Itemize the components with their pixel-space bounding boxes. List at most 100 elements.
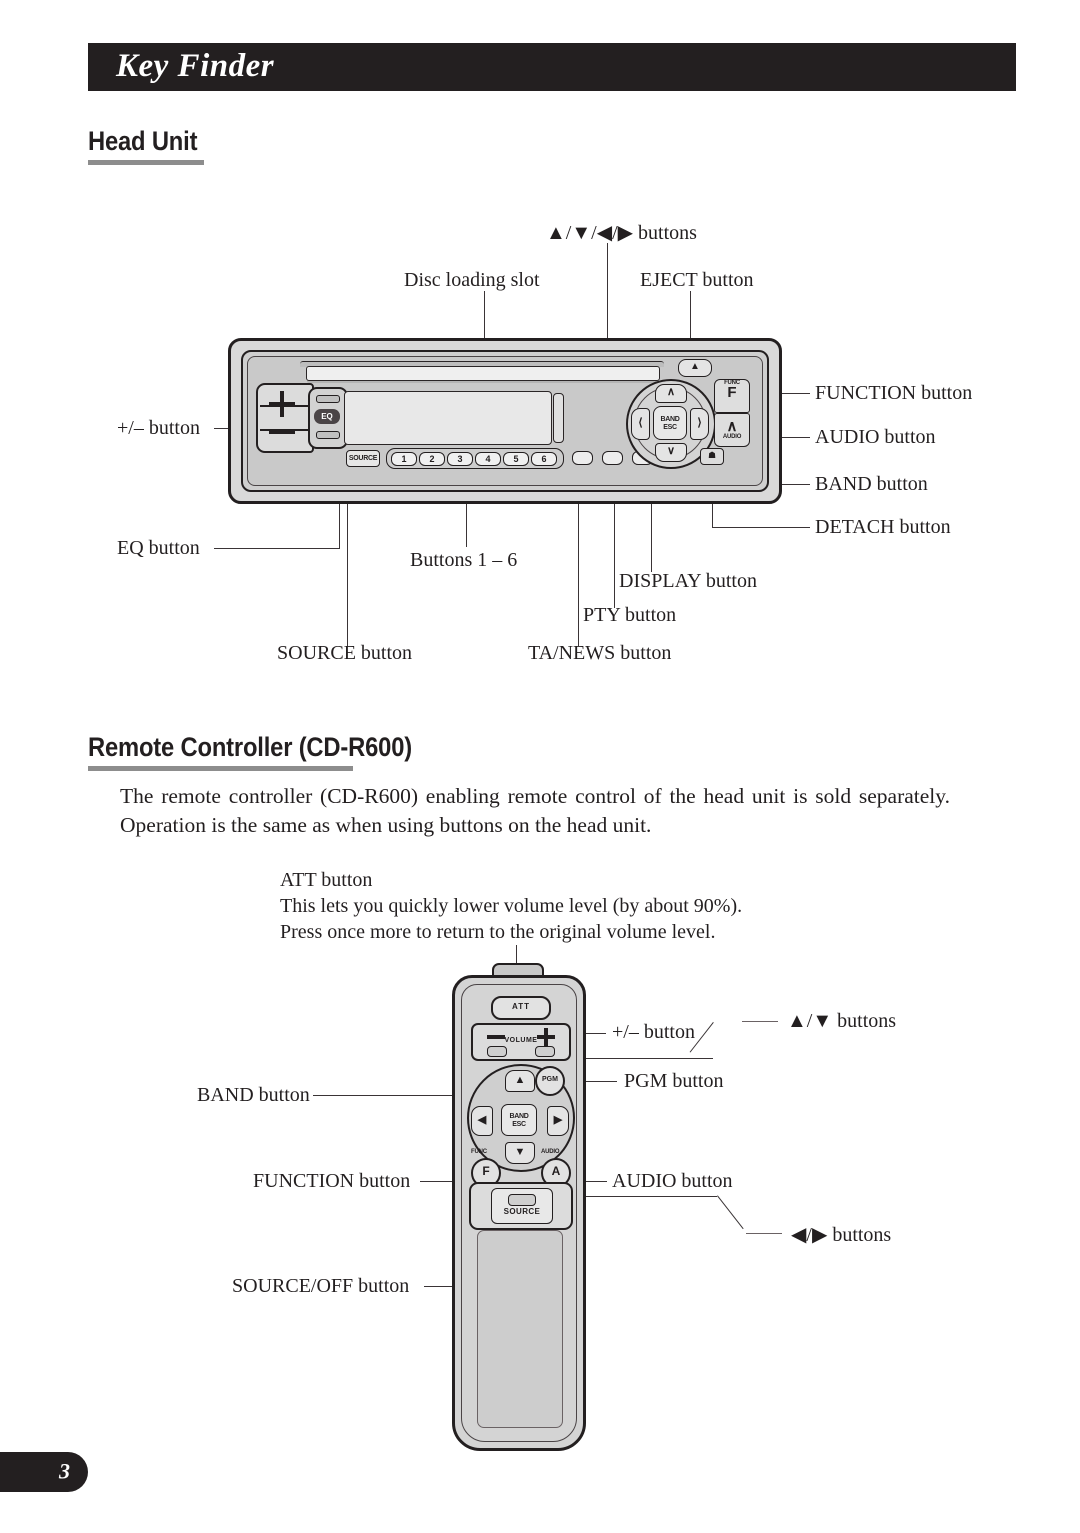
preset-button-5[interactable]: 5 (503, 452, 529, 466)
source-button[interactable]: SOURCE (346, 450, 380, 467)
label-function-button: FUNCTION button (815, 382, 973, 404)
volume-down-icon (269, 430, 295, 434)
dpad-down-button[interactable]: ∨ (655, 443, 687, 462)
page-number: 3 (59, 1458, 70, 1484)
preset-button-1[interactable]: 1 (391, 452, 417, 466)
label-remote-audio: AUDIO button (612, 1170, 733, 1192)
section-heading-remote: Remote Controller (CD-R600) (88, 732, 412, 762)
audio-button-glyph: ∧ (726, 418, 738, 435)
eq-button[interactable]: EQ (308, 387, 348, 449)
remote-up-button[interactable]: ▲ (505, 1070, 535, 1092)
volume-up-icon (269, 391, 295, 417)
att-note-line2: Press once more to return to the origina… (280, 921, 716, 943)
head-unit-bezel: ▲ EQ ▲≡▼ SOURCE 1 2 (241, 350, 769, 492)
head-unit-faceplate: ▲ EQ ▲≡▼ SOURCE 1 2 (247, 356, 763, 486)
remote-audio-caption: AUDIO (541, 1149, 560, 1155)
leader-buttons-1-6 (466, 500, 468, 547)
lcd-side-key[interactable] (553, 393, 564, 443)
label-buttons-1-6: Buttons 1 – 6 (410, 549, 518, 571)
label-remote-left-right: ◀/▶ buttons (791, 1224, 892, 1246)
leader-eq-h (214, 548, 340, 550)
att-note-line1: This lets you quickly lower volume level… (280, 895, 743, 917)
source-button-label: SOURCE (503, 1207, 541, 1216)
remote-lower-panel (477, 1230, 563, 1428)
source-button-chip (508, 1194, 536, 1206)
leader-detach-h (712, 527, 810, 529)
section-rule-remote (88, 766, 353, 771)
section-rule-head-unit (88, 160, 204, 165)
remote-func-caption: FUNC (471, 1149, 487, 1155)
eq-button-label: EQ (314, 409, 340, 424)
page-header-bar: Key Finder (88, 43, 1016, 91)
label-ta-news-button: TA/NEWS button (528, 642, 672, 664)
label-remote-pgm: PGM button (624, 1070, 724, 1092)
att-button[interactable]: ATT (491, 996, 551, 1020)
dpad-left-button[interactable]: ⟨ (631, 408, 650, 440)
preset-button-group: 1 2 3 4 5 6 (386, 448, 564, 469)
audio-button[interactable]: ∧ AUDIO (714, 413, 750, 447)
leader-display (651, 500, 653, 572)
remote-right-button[interactable]: ▶ (547, 1106, 569, 1136)
label-eject-button: EJECT button (640, 269, 754, 291)
label-remote-plus-minus: +/– button (612, 1021, 695, 1043)
remote-band-line2: ESC (512, 1121, 526, 1128)
label-remote-function: FUNCTION button (253, 1170, 411, 1192)
dpad-right-button[interactable]: ⟩ (690, 408, 709, 440)
section-heading-head-unit: Head Unit (88, 126, 198, 156)
preset-button-3[interactable]: 3 (447, 452, 473, 466)
label-detach-button: DETACH button (815, 516, 951, 538)
volume-rocker-remote[interactable]: VOLUME (471, 1023, 571, 1061)
source-button-housing: SOURCE (469, 1182, 573, 1230)
eject-button[interactable]: ▲ (678, 359, 712, 377)
label-display-button: DISPLAY button (619, 570, 757, 592)
detach-button[interactable]: ☗ (700, 448, 724, 465)
preset-button-6[interactable]: 6 (531, 452, 557, 466)
dpad-up-button[interactable]: ∧ (655, 384, 687, 403)
remote-intro-paragraph: The remote controller (CD-R600) enabling… (120, 784, 950, 837)
leader-source (347, 500, 349, 646)
att-note-title: ATT button (280, 869, 373, 891)
label-source-button: SOURCE button (277, 642, 413, 664)
label-plus-minus-button: +/– button (117, 417, 200, 439)
function-button[interactable]: FUNC F (714, 379, 750, 413)
remote-left-button[interactable]: ◀ (471, 1106, 493, 1136)
lcd-display (344, 391, 552, 445)
preset-button-2[interactable]: 2 (419, 452, 445, 466)
label-remote-band: BAND button (197, 1084, 310, 1106)
remote-band-line1: BAND (509, 1113, 529, 1120)
function-button-glyph: F (727, 384, 737, 401)
remote-illustration: ATT VOLUME PGM ▲ ▼ ◀ ▶ BAND ESC FUNC F A… (452, 975, 586, 1451)
leader-leftright-h2 (746, 1233, 782, 1235)
head-unit-illustration: ▲ EQ ▲≡▼ SOURCE 1 2 (228, 338, 782, 504)
manual-page: Key Finder Head Unit ▲/▼/◀/▶ buttons Dis… (0, 0, 1080, 1533)
ta-news-button[interactable] (572, 451, 593, 465)
leader-pty (614, 500, 616, 608)
band-esc-line2: ESC (663, 424, 677, 431)
preset-button-4[interactable]: 4 (475, 452, 501, 466)
eq-ridge-top (316, 395, 340, 403)
label-disc-loading-slot: Disc loading slot (404, 269, 540, 291)
remote-band-esc-button[interactable]: BAND ESC (501, 1104, 537, 1136)
leader-ta-news (578, 500, 580, 646)
pty-button[interactable] (602, 451, 623, 465)
page-number-tab: 3 (0, 1452, 88, 1492)
volume-rocker[interactable] (256, 383, 314, 453)
remote-down-button[interactable]: ▼ (505, 1142, 535, 1164)
label-pty-button: PTY button (583, 604, 677, 626)
volume-plus-pad (535, 1046, 555, 1057)
page-title: Key Finder (116, 47, 275, 84)
pgm-button[interactable]: PGM (535, 1066, 565, 1096)
band-esc-button[interactable]: BAND ESC (653, 406, 687, 440)
volume-label: VOLUME (504, 1037, 538, 1044)
leader-leftright-diag (717, 1195, 744, 1230)
label-remote-up-down: ▲/▼ buttons (787, 1010, 897, 1032)
band-esc-line1: BAND (660, 416, 680, 423)
label-remote-source-off: SOURCE/OFF button (232, 1275, 410, 1297)
disc-loading-slot (306, 366, 660, 381)
source-off-button[interactable]: SOURCE (491, 1188, 553, 1224)
audio-button-caption: AUDIO (722, 434, 742, 440)
eq-ridge-bottom (316, 431, 340, 439)
label-arrow-buttons: ▲/▼/◀/▶ buttons (546, 222, 697, 244)
leader-arrow-buttons (607, 243, 609, 343)
volume-minus-pad (487, 1046, 507, 1057)
